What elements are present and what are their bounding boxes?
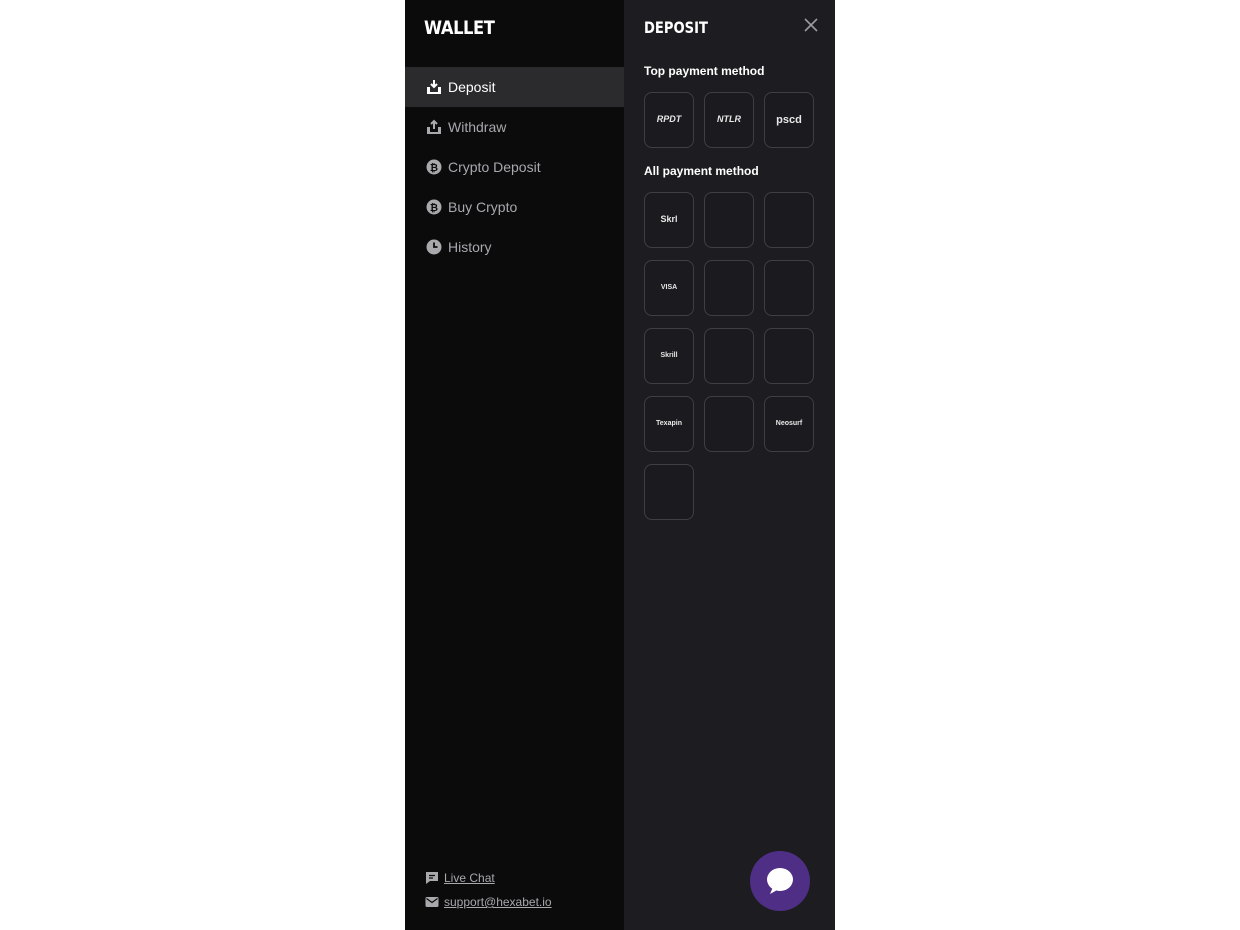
live-chat-link[interactable]: Live Chat [425,866,552,890]
payment-method-tile[interactable] [704,260,754,316]
payment-method-tile[interactable] [764,192,814,248]
live-chat-label: Live Chat [444,871,495,885]
payment-method-tile[interactable]: Skrill [644,328,694,384]
payment-method-tile[interactable]: Texapin [644,396,694,452]
svg-text:₿: ₿ [430,162,438,174]
all-methods-label: All payment method [644,164,759,178]
clock-icon [425,238,443,256]
all-methods-grid: Skrl VISA Skrill Texapin Neosurf [644,192,814,520]
nav-item-label: Deposit [448,79,496,95]
chat-bubble-icon [767,868,793,894]
payment-logo: Skrl [660,214,678,225]
nav-item-history[interactable]: History [405,227,624,267]
payment-logo: Skrill [660,352,678,360]
top-methods-label: Top payment method [644,64,765,78]
payment-method-tile[interactable] [704,396,754,452]
payment-method-tile[interactable]: pscd [764,92,814,148]
payment-method-tile[interactable] [704,328,754,384]
bitcoin-icon: ₿ [425,158,443,176]
wallet-nav: Deposit Withdraw ₿ Crypto Deposit ₿ Buy … [405,67,624,267]
nav-item-label: Crypto Deposit [448,159,541,175]
withdraw-icon [425,118,443,136]
nav-item-label: Buy Crypto [448,199,518,215]
wallet-title: WALLET [424,17,495,39]
close-button[interactable] [802,16,820,34]
payment-method-tile[interactable]: RPDT [644,92,694,148]
nav-item-label: History [448,239,492,255]
payment-logo: Neosurf [775,420,803,428]
nav-item-label: Withdraw [448,119,507,135]
close-icon [804,18,818,32]
bitcoin-icon: ₿ [425,198,443,216]
chat-widget-button[interactable] [750,851,810,911]
panel-title: DEPOSIT [644,18,708,37]
mail-icon [425,895,439,909]
svg-text:₿: ₿ [430,202,438,214]
payment-method-tile[interactable] [764,260,814,316]
support-email-label: support@hexabet.io [444,895,552,909]
wallet-sidebar: WALLET Deposit Withdraw ₿ Crypto Deposit… [405,0,624,930]
payment-method-tile[interactable] [704,192,754,248]
nav-item-buy-crypto[interactable]: ₿ Buy Crypto [405,187,624,227]
top-methods-grid: RPDT NTLR pscd [644,92,814,148]
nav-item-deposit[interactable]: Deposit [405,67,624,107]
nav-item-crypto-deposit[interactable]: ₿ Crypto Deposit [405,147,624,187]
payment-method-tile[interactable]: Skrl [644,192,694,248]
payment-method-tile[interactable]: VISA [644,260,694,316]
payment-method-tile[interactable] [644,464,694,520]
sidebar-footer: Live Chat support@hexabet.io [425,866,552,914]
support-email-link[interactable]: support@hexabet.io [425,890,552,914]
payment-logo: pscd [776,113,802,126]
payment-logo: RPDT [656,114,682,125]
payment-logo: Texapin [656,420,682,428]
nav-item-withdraw[interactable]: Withdraw [405,107,624,147]
deposit-icon [425,78,443,96]
chat-bubble-icon [425,871,439,885]
payment-logo: NTLR [717,114,741,125]
payment-method-tile[interactable] [764,328,814,384]
deposit-panel: DEPOSIT Top payment method RPDT NTLR psc… [624,0,835,930]
payment-method-tile[interactable]: NTLR [704,92,754,148]
payment-logo: VISA [660,284,678,292]
payment-method-tile[interactable]: Neosurf [764,396,814,452]
